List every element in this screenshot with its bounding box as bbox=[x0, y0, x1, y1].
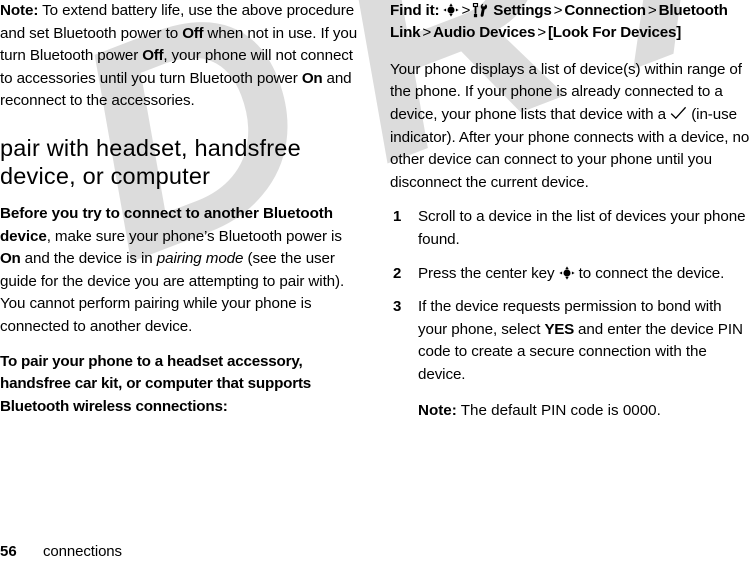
path-step-settings: Settings bbox=[493, 2, 552, 19]
before-connect-term-on: On bbox=[0, 250, 21, 268]
path-separator-1: > bbox=[461, 2, 471, 19]
before-connect-paragraph: Before you try to connect to another Blu… bbox=[0, 203, 362, 339]
final-note-label: Note: bbox=[418, 401, 457, 419]
numbered-steps: 1 Scroll to a device in the list of devic… bbox=[390, 206, 753, 386]
step-text-1: Scroll to a device in the list of device… bbox=[418, 208, 746, 248]
note-paragraph: Note: To extend battery life, use the ab… bbox=[0, 0, 362, 113]
find-it-label: Find it: bbox=[390, 2, 440, 19]
to-pair-paragraph: To pair your phone to a headset accessor… bbox=[0, 352, 312, 415]
page-number: 56 bbox=[0, 543, 17, 560]
path-step-audio-devices: Audio Devices bbox=[433, 24, 536, 42]
right-column: Find it: > Settings > Connection > Bluetooth… bbox=[390, 0, 753, 422]
section-heading: pair with headset, handsfree device, or … bbox=[0, 134, 301, 189]
intro-paragraph: Your phone displays a list of device(s) … bbox=[390, 59, 753, 195]
before-connect-text-2: and the device is in bbox=[20, 250, 157, 268]
left-column: Note: To extend battery life, use the ab… bbox=[0, 0, 362, 430]
step-3-term-yes: YES bbox=[544, 320, 574, 338]
note-term-on: On bbox=[301, 69, 323, 87]
step-2-text-1: Press the center key bbox=[418, 264, 559, 282]
note-term-off-2: Off bbox=[142, 47, 164, 65]
final-note-text: The default PIN code is 0000. bbox=[456, 401, 661, 419]
before-connect-text-1: , make sure your phone’s Bluetooth power… bbox=[46, 227, 342, 245]
settings-tools-icon bbox=[472, 3, 489, 18]
path-separator-2: > bbox=[553, 2, 563, 19]
center-key-icon bbox=[558, 265, 575, 280]
step-2-text-2: to connect the device. bbox=[574, 264, 725, 282]
find-it-path: Find it: > Settings > Connection > Bluetooth… bbox=[390, 0, 753, 45]
step-number-2: 2 bbox=[393, 264, 402, 282]
step-number-3: 3 bbox=[393, 298, 402, 316]
path-separator-4: > bbox=[422, 24, 432, 42]
final-note: Note: The default PIN code is 0000. bbox=[418, 400, 753, 423]
path-step-connection: Connection bbox=[564, 2, 646, 19]
chapter-name: connections bbox=[43, 543, 122, 560]
path-separator-3: > bbox=[647, 2, 657, 19]
checkmark-icon bbox=[670, 106, 687, 120]
path-separator-5: > bbox=[537, 24, 546, 42]
manual-page: Note: To extend battery life, use the ab… bbox=[0, 0, 753, 547]
pairing-mode-italic: pairing mode bbox=[156, 250, 244, 268]
step-item-1: 1 Scroll to a device in the list of devic… bbox=[390, 206, 753, 251]
note-term-off-1: Off bbox=[182, 24, 204, 42]
path-step-look-for-devices: [Look For Devices] bbox=[547, 24, 682, 42]
note-label: Note: bbox=[0, 2, 39, 19]
step-number-1: 1 bbox=[393, 208, 402, 226]
center-key-icon bbox=[443, 3, 460, 17]
step-item-2: 2 Press the center key to connect the dev… bbox=[390, 263, 753, 286]
step-item-3: 3 If the device requests permission to bo… bbox=[390, 296, 753, 386]
